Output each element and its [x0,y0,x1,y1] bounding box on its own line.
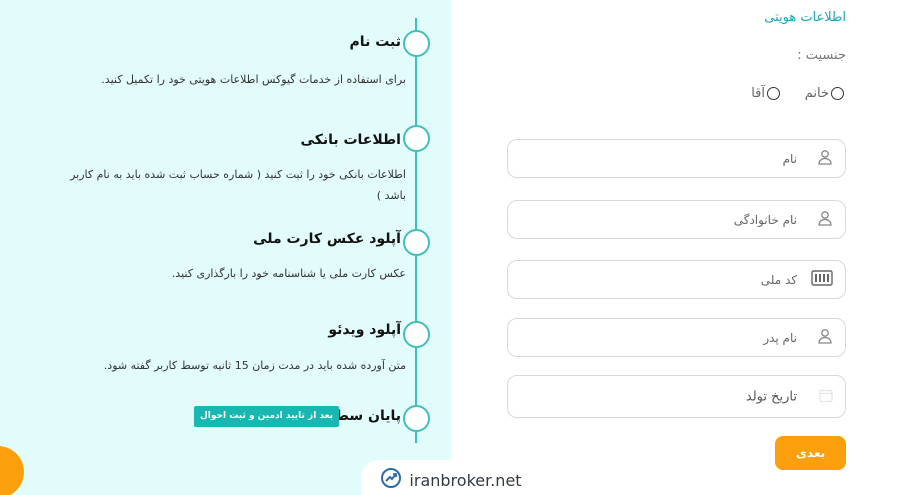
step-2-title: اطلاعات بانکی [300,132,401,148]
birth-date-field[interactable]: تاریخ تولد [507,375,846,418]
step-4-node [403,321,430,348]
step-2-description: اطلاعات بانکی خود را ثبت کنید ( شماره حس… [70,168,406,202]
step-1-title: ثبت نام [349,34,401,50]
calendar-icon [819,387,833,406]
form-title: اطلاعات هویتی [764,10,846,25]
step-1-description: برای استفاده از خدمات گیوکس اطلاعات هویت… [101,73,406,86]
registration-timeline: ثبت نام برای استفاده از خدمات گیوکس اطلا… [0,0,451,495]
step-3-description: عکس کارت ملی یا شناسنامه خود را بارگذاری… [171,267,406,280]
user-icon [817,328,833,348]
step-5-node [403,405,430,432]
step-3-title: آپلود عکس کارت ملی [253,231,401,247]
last-name-placeholder: نام خانوادگی [733,212,797,227]
step-3-node [403,229,430,256]
gender-option-male[interactable]: آقا [751,86,780,101]
father-name-field[interactable]: نام پدر [507,318,846,357]
birth-date-placeholder: تاریخ تولد [745,389,797,404]
national-code-placeholder: کد ملی [760,272,797,287]
keyboard-icon [811,269,833,290]
watermark-text: iranbroker.net [409,470,522,490]
radio-female-label: خانم [804,86,829,101]
first-name-field[interactable]: نام [507,139,846,178]
next-button[interactable]: بعدی [775,436,846,470]
step-2-node [403,125,430,152]
user-icon [817,149,833,169]
user-icon [817,210,833,230]
gender-option-female[interactable]: خانم [805,86,844,101]
last-name-field[interactable]: نام خانوادگی [507,200,846,239]
watermark: iranbroker.net [361,460,541,495]
national-code-field[interactable]: کد ملی [507,260,846,299]
gender-label: جنسیت : [797,48,846,63]
step-4-description: متن آورده شده باید در مدت زمان 15 ثانیه … [103,359,406,372]
radio-male[interactable] [767,87,780,100]
first-name-placeholder: نام [782,151,797,166]
step-4-title: آپلود ویدئو [328,322,401,338]
father-name-placeholder: نام پدر [763,330,797,345]
step-1-node [403,30,430,57]
radio-female[interactable] [831,87,844,100]
iranbroker-logo-icon [380,467,402,493]
radio-male-label: آقا [751,86,765,101]
step-5-status-badge: بعد از تایید ادمین و ثبت احوال [194,406,340,427]
